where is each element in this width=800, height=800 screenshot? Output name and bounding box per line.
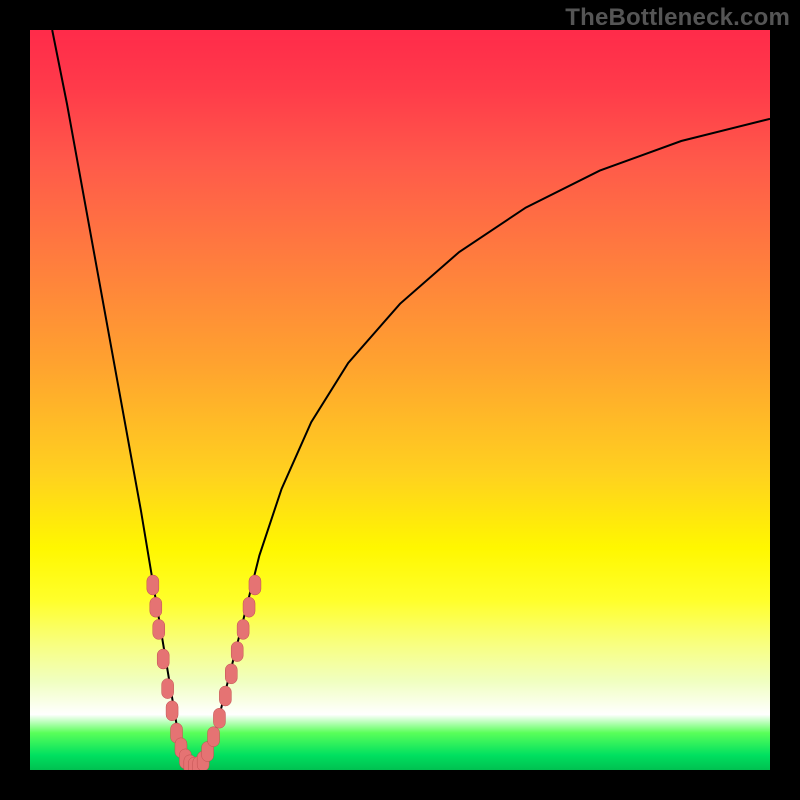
curve-marker [237, 619, 249, 639]
curve-svg [30, 30, 770, 770]
curve-marker [225, 664, 237, 684]
watermark-text: TheBottleneck.com [565, 4, 790, 32]
curve-marker [147, 575, 159, 595]
plot-area [30, 30, 770, 770]
chart-frame: TheBottleneck.com [0, 0, 800, 800]
curve-marker [213, 708, 225, 728]
curve-marker [231, 642, 243, 662]
curve-marker [157, 649, 169, 669]
curve-marker [153, 619, 165, 639]
curve-marker [219, 686, 231, 706]
curve-marker [249, 575, 261, 595]
curve-marker [150, 597, 162, 617]
curve-marker [162, 679, 174, 699]
curve-markers [147, 575, 261, 770]
curve-marker [166, 701, 178, 721]
curve-marker [243, 597, 255, 617]
curve-marker [208, 727, 220, 747]
